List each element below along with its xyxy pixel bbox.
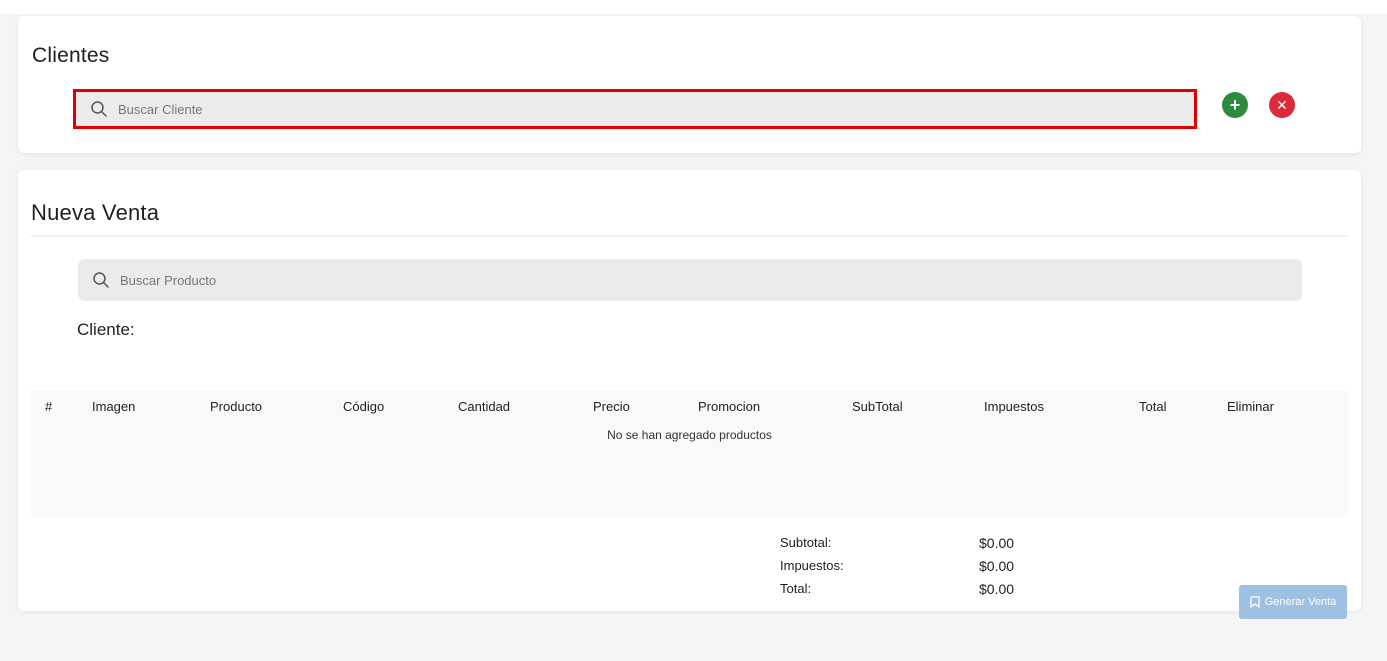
search-cliente-input[interactable]: Buscar Cliente <box>73 89 1197 129</box>
search-producto-input[interactable]: Buscar Producto <box>78 259 1302 301</box>
subtotal-value: $0.00 <box>979 535 1015 551</box>
nueva-venta-card: Nueva Venta Buscar Producto Cliente: # I… <box>18 170 1361 611</box>
col-total: Total <box>1139 399 1167 414</box>
col-imagen: Imagen <box>92 399 136 414</box>
col-cantidad: Cantidad <box>458 399 511 414</box>
col-promocion: Promocion <box>698 399 761 414</box>
top-strip <box>0 0 1387 14</box>
clientes-title: Clientes <box>32 44 110 67</box>
close-icon: ✕ <box>1276 97 1288 113</box>
impuestos-label: Impuestos: <box>780 558 844 573</box>
search-icon <box>90 100 108 118</box>
clear-cliente-button[interactable]: ✕ <box>1269 92 1295 118</box>
add-cliente-button[interactable]: + <box>1222 92 1248 118</box>
col-impuestos: Impuestos <box>984 399 1044 414</box>
productos-table: # Imagen Producto Código Cantidad Precio… <box>31 391 1348 517</box>
plus-icon: + <box>1229 95 1241 115</box>
search-cliente-placeholder: Buscar Cliente <box>118 101 203 117</box>
total-value: $0.00 <box>979 581 1015 597</box>
empty-table-message: No se han agregado productos <box>607 428 772 442</box>
subtotal-label: Subtotal: <box>780 535 832 550</box>
total-label: Total: <box>780 581 812 596</box>
table-header: # Imagen Producto Código Cantidad Precio… <box>31 391 1348 421</box>
col-number: # <box>45 399 53 414</box>
clientes-card: Clientes Buscar Cliente + ✕ <box>18 16 1361 153</box>
search-icon <box>92 271 110 289</box>
bookmark-icon <box>1250 596 1260 608</box>
generar-venta-button[interactable]: Generar Venta <box>1239 585 1347 619</box>
generar-venta-label: Generar Venta <box>1264 596 1337 608</box>
col-codigo: Código <box>343 399 385 414</box>
cliente-label: Cliente: <box>77 320 135 339</box>
col-precio: Precio <box>593 399 630 414</box>
col-eliminar: Eliminar <box>1227 399 1274 414</box>
search-producto-placeholder: Buscar Producto <box>120 272 217 288</box>
nueva-venta-title: Nueva Venta <box>31 200 160 225</box>
title-divider <box>31 235 1348 237</box>
impuestos-value: $0.00 <box>979 558 1015 574</box>
col-subtotal: SubTotal <box>852 399 903 414</box>
col-producto: Producto <box>210 399 263 414</box>
